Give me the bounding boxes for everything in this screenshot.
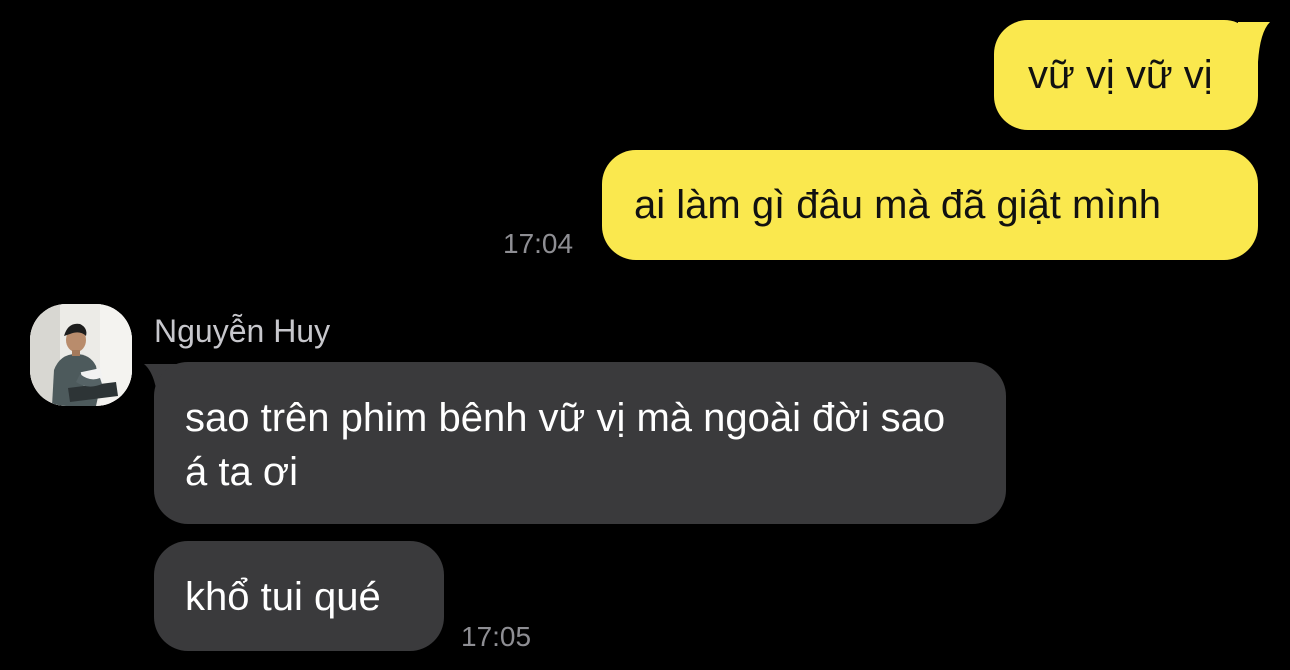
incoming-message-bubble[interactable]: sao trên phim bênh vữ vị mà ngoài đời sa…	[154, 362, 1006, 524]
message-timestamp: 17:04	[503, 228, 574, 259]
message-text: ai làm gì đâu mà đã giật mình	[634, 183, 1161, 227]
message-text: vữ vị vữ vị	[1028, 53, 1213, 97]
message-text: sao trên phim bênh vữ vị mà ngoài đời sa…	[185, 396, 946, 494]
outgoing-message-bubble[interactable]: ai làm gì đâu mà đã giật mình	[602, 150, 1258, 260]
incoming-message-bubble[interactable]: khổ tui qué	[154, 541, 444, 651]
sender-avatar[interactable]	[30, 304, 132, 406]
outgoing-message-bubble[interactable]: vữ vị vữ vị	[994, 20, 1258, 130]
sender-name: Nguyễn Huy	[154, 313, 331, 349]
user-photo-avatar-icon	[30, 304, 132, 406]
message-text: khổ tui qué	[185, 575, 381, 619]
message-timestamp: 17:05	[461, 621, 532, 652]
chat-conversation: vữ vị vữ vị ai làm gì đâu mà đã giật mìn…	[0, 0, 1290, 670]
